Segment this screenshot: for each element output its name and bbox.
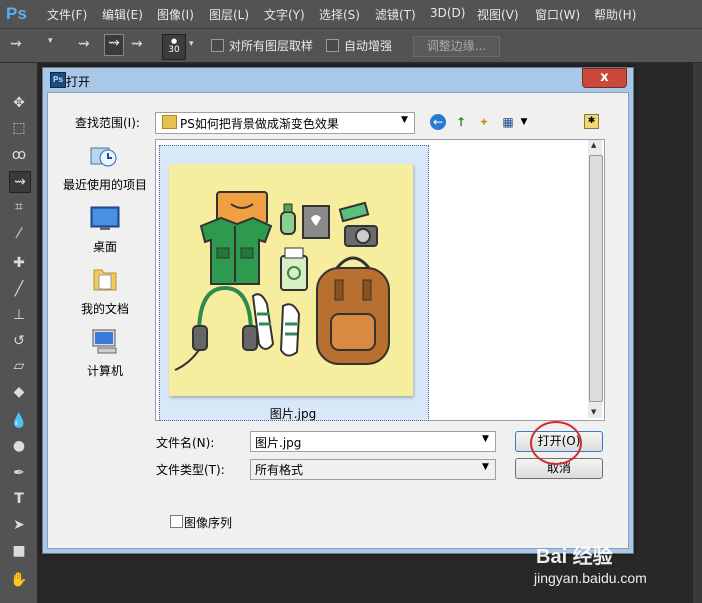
folder-icon [162,115,177,129]
blur-tool-icon[interactable]: 💧 [9,411,29,431]
auto-enhance-label: 自动增强 [344,39,393,53]
canvas-scrollbar[interactable] [693,63,702,603]
dialog-close-button[interactable]: x [582,68,627,88]
auto-enhance-checkbox[interactable] [326,39,339,52]
image-sequence-label: 图像序列 [184,516,233,530]
brush-size-dropdown-icon[interactable]: ▾ [189,39,194,49]
computer-icon[interactable] [90,328,120,356]
view-menu-icon[interactable]: ▦ [500,114,516,130]
look-in-label: 查找范围(I): [75,116,140,130]
crop-tool-icon[interactable]: ⌗ [9,197,29,217]
chevron-down-icon[interactable]: ▼ [401,115,408,125]
look-in-value: PS如何把背景做成渐变色效果 [180,117,339,131]
place-desktop-label[interactable]: 桌面 [59,238,151,255]
menu-layer[interactable]: 图层(L) [209,6,249,23]
back-icon[interactable]: ← [430,114,446,130]
dialog-title: 打开 [66,75,91,89]
menu-filter[interactable]: 滤镜(T) [375,6,416,23]
scrollbar-thumb[interactable] [589,155,603,402]
paint-bucket-tool-icon[interactable]: ◆ [9,382,29,402]
scroll-up-icon[interactable]: ▲ [591,141,596,149]
healing-brush-tool-icon[interactable]: ✚ [9,253,29,273]
type-tool-icon[interactable]: T [9,489,29,509]
up-folder-icon[interactable]: ↑ [453,114,469,130]
sample-all-layers-checkbox[interactable] [211,39,224,52]
file-type-value[interactable]: 所有格式 [255,461,303,478]
place-recent-label[interactable]: 最近使用的项目 [59,176,151,193]
menu-image[interactable]: 图像(I) [157,6,194,23]
my-documents-icon[interactable] [90,266,120,294]
brush-size-picker[interactable]: ● 30 [162,34,186,60]
tool-preset-icon[interactable]: ⇝ [10,36,22,52]
file-thumbnail[interactable] [169,164,413,396]
photoshop-logo: Ps [6,4,27,23]
highlight-circle [530,421,582,465]
move-tool-icon[interactable]: ✥ [9,93,29,113]
menu-type[interactable]: 文字(Y) [264,6,305,23]
menu-window[interactable]: 窗口(W) [535,6,580,23]
file-name-field-value[interactable]: 图片.jpg [255,434,301,451]
path-selection-tool-icon[interactable]: ➤ [9,515,29,535]
add-to-selection-icon[interactable]: ⇝ [104,34,124,56]
new-folder-icon[interactable]: ✦ [476,114,492,130]
file-name-label[interactable]: 图片.jpg [159,405,427,422]
dodge-tool-icon[interactable]: ● [9,436,29,456]
preset-dropdown-icon[interactable]: ▾ [48,36,53,46]
image-sequence-checkbox[interactable] [170,515,183,528]
file-type-dropdown-icon[interactable]: ▼ [482,462,489,472]
brush-size-value: 30 [168,45,180,55]
desktop-icon[interactable] [90,205,120,233]
hand-tool-icon[interactable]: ✋ [9,570,29,590]
place-documents-label[interactable]: 我的文档 [59,300,151,317]
menu-select[interactable]: 选择(S) [319,6,360,23]
shape-tool-icon[interactable]: ■ [9,541,29,561]
clone-stamp-tool-icon[interactable]: ⊥ [9,305,29,325]
baidu-watermark-logo: Bai 经验 [536,546,613,568]
baidu-watermark-url: jingyan.baidu.com [534,570,647,586]
subtract-from-selection-icon[interactable]: ⇝ [131,36,143,52]
brush-dot-icon: ● [170,37,178,45]
brush-tool-icon[interactable]: ╱ [9,279,29,299]
scroll-down-icon[interactable]: ▼ [591,408,596,416]
menu-edit[interactable]: 编辑(E) [102,6,143,23]
place-computer-label[interactable]: 计算机 [59,362,151,379]
menu-view[interactable]: 视图(V) [477,6,519,23]
menu-help[interactable]: 帮助(H) [594,6,636,23]
eraser-tool-icon[interactable]: ▱ [9,356,29,376]
file-name-field-label: 文件名(N): [156,436,215,450]
menu-file[interactable]: 文件(F) [47,6,87,23]
lasso-tool-icon[interactable]: ꝏ [9,145,29,165]
dialog-ps-icon: Ps [50,72,66,88]
sample-all-layers-label: 对所有图层取样 [229,39,314,53]
new-selection-icon[interactable]: ⇝ [78,36,90,52]
pen-tool-icon[interactable]: ✒ [9,463,29,483]
marquee-tool-icon[interactable]: ⬚ [9,118,29,138]
quick-selection-tool-icon[interactable]: ⇝ [9,171,31,193]
menu-3d[interactable]: 3D(D) [430,6,465,20]
eyedropper-tool-icon[interactable]: ⁄ [9,224,29,244]
history-brush-tool-icon[interactable]: ↺ [9,331,29,351]
refine-edge-button[interactable]: 调整边缘... [413,36,500,57]
file-type-label: 文件类型(T): [156,463,225,477]
adobe-bridge-icon[interactable]: ✱ [584,114,599,129]
thumbnail-illustration [174,191,390,371]
recent-items-icon[interactable] [88,142,118,170]
file-name-dropdown-icon[interactable]: ▼ [482,434,489,444]
view-dropdown-icon[interactable]: ▼ [516,114,532,130]
